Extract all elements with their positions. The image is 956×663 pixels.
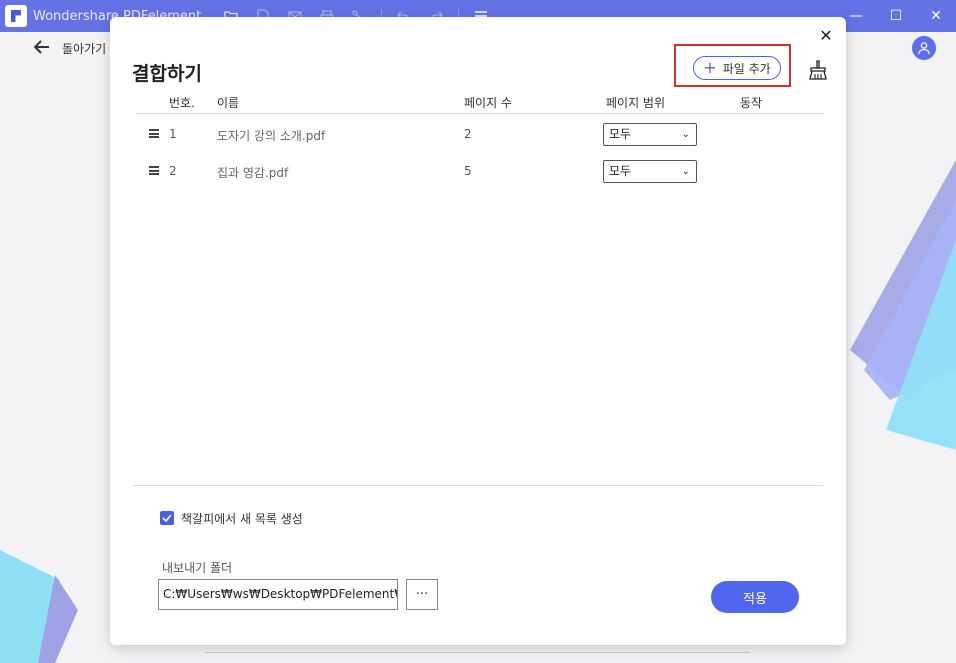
app-logo-icon	[5, 5, 27, 27]
background-divider	[205, 652, 750, 653]
maximize-button[interactable]: ☐	[876, 0, 916, 32]
plus-icon: +	[703, 58, 717, 77]
back-nav[interactable]: 돌아가기	[33, 38, 106, 59]
column-action: 동작	[740, 96, 763, 110]
decoration-right	[850, 160, 956, 450]
apply-button[interactable]: 적용	[711, 581, 799, 613]
file-number: 2	[169, 164, 177, 178]
column-name: 이름	[217, 96, 240, 110]
dialog-title: 결합하기	[132, 63, 202, 85]
back-arrow-icon[interactable]	[33, 38, 50, 59]
bookmark-checkbox[interactable]	[160, 511, 174, 525]
column-page-count: 페이지 수	[464, 96, 512, 110]
file-table-header: 번호. 이름 페이지 수 페이지 범위 동작	[136, 93, 823, 114]
chevron-down-icon: ⌄	[681, 166, 690, 177]
clear-list-broom-icon[interactable]	[807, 59, 829, 81]
highlight-box: + 파일 추가	[674, 44, 791, 87]
file-name: 집과 영감.pdf	[217, 166, 289, 180]
table-row: 2 집과 영감.pdf 5 모두 ⌄	[136, 160, 823, 184]
export-folder-label: 내보내기 폴더	[162, 561, 233, 575]
page-range-value: 모두	[609, 127, 632, 141]
browse-folder-button[interactable]: ···	[406, 579, 438, 610]
drag-handle-icon[interactable]	[149, 129, 159, 138]
window-controls: — ☐ ✕	[836, 0, 956, 32]
chevron-down-icon: ⌄	[681, 129, 690, 140]
page-range-value: 모두	[609, 164, 632, 178]
file-name: 도자기 강의 소개.pdf	[217, 129, 326, 143]
drag-handle-icon[interactable]	[149, 166, 159, 175]
file-page-count: 5	[464, 164, 472, 178]
export-folder-input[interactable]: C:₩Users₩ws₩Desktop₩PDFelement₩Com	[158, 579, 398, 610]
file-page-count: 2	[464, 127, 472, 141]
close-window-button[interactable]: ✕	[916, 0, 956, 32]
add-file-label: 파일 추가	[722, 61, 771, 76]
decoration-left	[0, 550, 78, 663]
page-range-select[interactable]: 모두 ⌄	[603, 160, 697, 183]
user-avatar-icon[interactable]	[912, 36, 936, 60]
page-range-select[interactable]: 모두 ⌄	[603, 123, 697, 146]
section-divider	[134, 485, 823, 486]
add-file-button[interactable]: + 파일 추가	[693, 56, 781, 80]
column-page-range: 페이지 범위	[606, 96, 666, 110]
bookmark-checkbox-label[interactable]: 책갈피에서 새 목록 생성	[181, 510, 303, 527]
table-row: 1 도자기 강의 소개.pdf 2 모두 ⌄	[136, 123, 823, 147]
column-number: 번호.	[169, 96, 195, 110]
close-dialog-button[interactable]: ✕	[816, 25, 836, 45]
combine-dialog: ✕ 결합하기 + 파일 추가 번호. 이름 페이지 수 페이지 범위 동작 1 …	[110, 17, 846, 645]
file-number: 1	[169, 127, 177, 141]
back-label[interactable]: 돌아가기	[62, 40, 106, 57]
